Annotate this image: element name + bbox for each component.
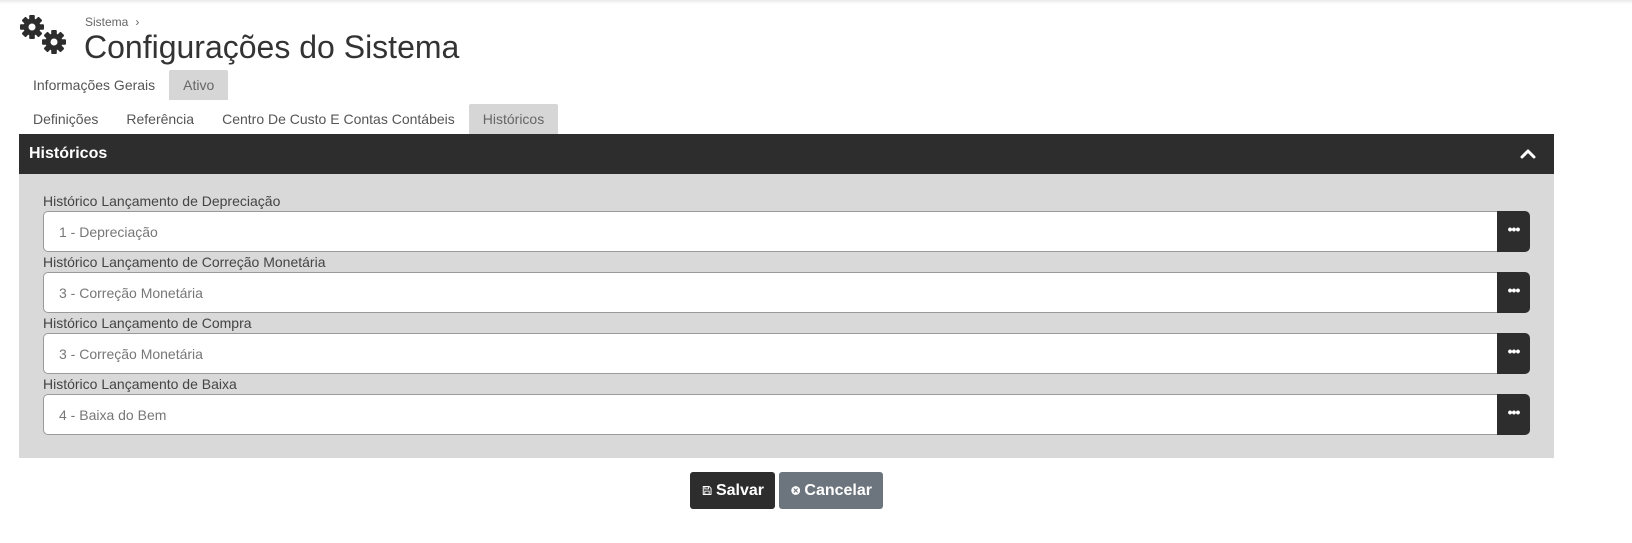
- baixa-input[interactable]: 4 - Baixa do Bem: [43, 394, 1497, 435]
- breadcrumb: Sistema ›: [85, 15, 139, 29]
- lookup-button[interactable]: •••: [1497, 333, 1530, 374]
- collapse-button[interactable]: [1518, 144, 1538, 164]
- tab-informacoes-gerais[interactable]: Informações Gerais: [19, 70, 169, 100]
- field-compra: Histórico Lançamento de Compra 3 - Corre…: [43, 314, 1530, 374]
- field-label: Histórico Lançamento de Baixa: [43, 376, 237, 392]
- ellipsis-icon: •••: [1507, 281, 1521, 298]
- field-correcao-monetaria: Histórico Lançamento de Correção Monetár…: [43, 253, 1530, 313]
- depreciacao-input[interactable]: 1 - Depreciação: [43, 211, 1497, 252]
- input-group: 1 - Depreciação •••: [43, 211, 1530, 252]
- field-label: Histórico Lançamento de Depreciação: [43, 193, 281, 209]
- tab-historicos[interactable]: Históricos: [468, 104, 559, 134]
- gears-icon: [20, 15, 66, 54]
- cancel-button-label: Cancelar: [804, 481, 872, 499]
- input-group: 4 - Baixa do Bem •••: [43, 394, 1530, 435]
- correcao-monetaria-input[interactable]: 3 - Correção Monetária: [43, 272, 1497, 313]
- tab-centro-de-custo[interactable]: Centro De Custo E Contas Contábeis: [208, 104, 469, 134]
- tab-referencia[interactable]: Referência: [112, 104, 208, 134]
- top-shadow: [0, 0, 1632, 4]
- lookup-button[interactable]: •••: [1497, 394, 1530, 435]
- lookup-button[interactable]: •••: [1497, 272, 1530, 313]
- secondary-tabs: Definições Referência Centro De Custo E …: [19, 104, 559, 134]
- panel-body: Histórico Lançamento de Depreciação 1 - …: [19, 174, 1554, 458]
- chevron-up-icon: [1520, 149, 1536, 159]
- field-label: Histórico Lançamento de Correção Monetár…: [43, 254, 326, 270]
- page-title: Configurações do Sistema: [84, 29, 460, 65]
- panel-title: Históricos: [29, 145, 108, 162]
- ellipsis-icon: •••: [1507, 342, 1521, 359]
- cancel-button[interactable]: Cancelar: [779, 472, 883, 509]
- field-baixa: Histórico Lançamento de Baixa 4 - Baixa …: [43, 375, 1530, 435]
- input-group: 3 - Correção Monetária •••: [43, 333, 1530, 374]
- breadcrumb-separator-icon: ›: [135, 15, 140, 29]
- tab-definicoes[interactable]: Definições: [19, 104, 112, 134]
- save-button[interactable]: Salvar: [690, 472, 775, 509]
- ellipsis-icon: •••: [1507, 403, 1521, 420]
- field-label: Histórico Lançamento de Compra: [43, 315, 252, 331]
- panel-header: Históricos: [19, 134, 1554, 174]
- page-header: Sistema › Configurações do Sistema: [18, 14, 718, 70]
- compra-input[interactable]: 3 - Correção Monetária: [43, 333, 1497, 374]
- save-button-label: Salvar: [715, 481, 764, 499]
- circle-x-icon: [791, 486, 801, 495]
- form-actions: Salvar Cancelar: [690, 472, 883, 509]
- breadcrumb-link-sistema[interactable]: Sistema: [85, 15, 128, 29]
- field-depreciacao: Histórico Lançamento de Depreciação 1 - …: [43, 192, 1530, 252]
- floppy-disk-icon: [702, 485, 712, 496]
- lookup-button[interactable]: •••: [1497, 211, 1530, 252]
- primary-tabs: Informações Gerais Ativo: [19, 70, 229, 100]
- ellipsis-icon: •••: [1507, 220, 1521, 237]
- input-group: 3 - Correção Monetária •••: [43, 272, 1530, 313]
- tab-ativo[interactable]: Ativo: [169, 70, 229, 100]
